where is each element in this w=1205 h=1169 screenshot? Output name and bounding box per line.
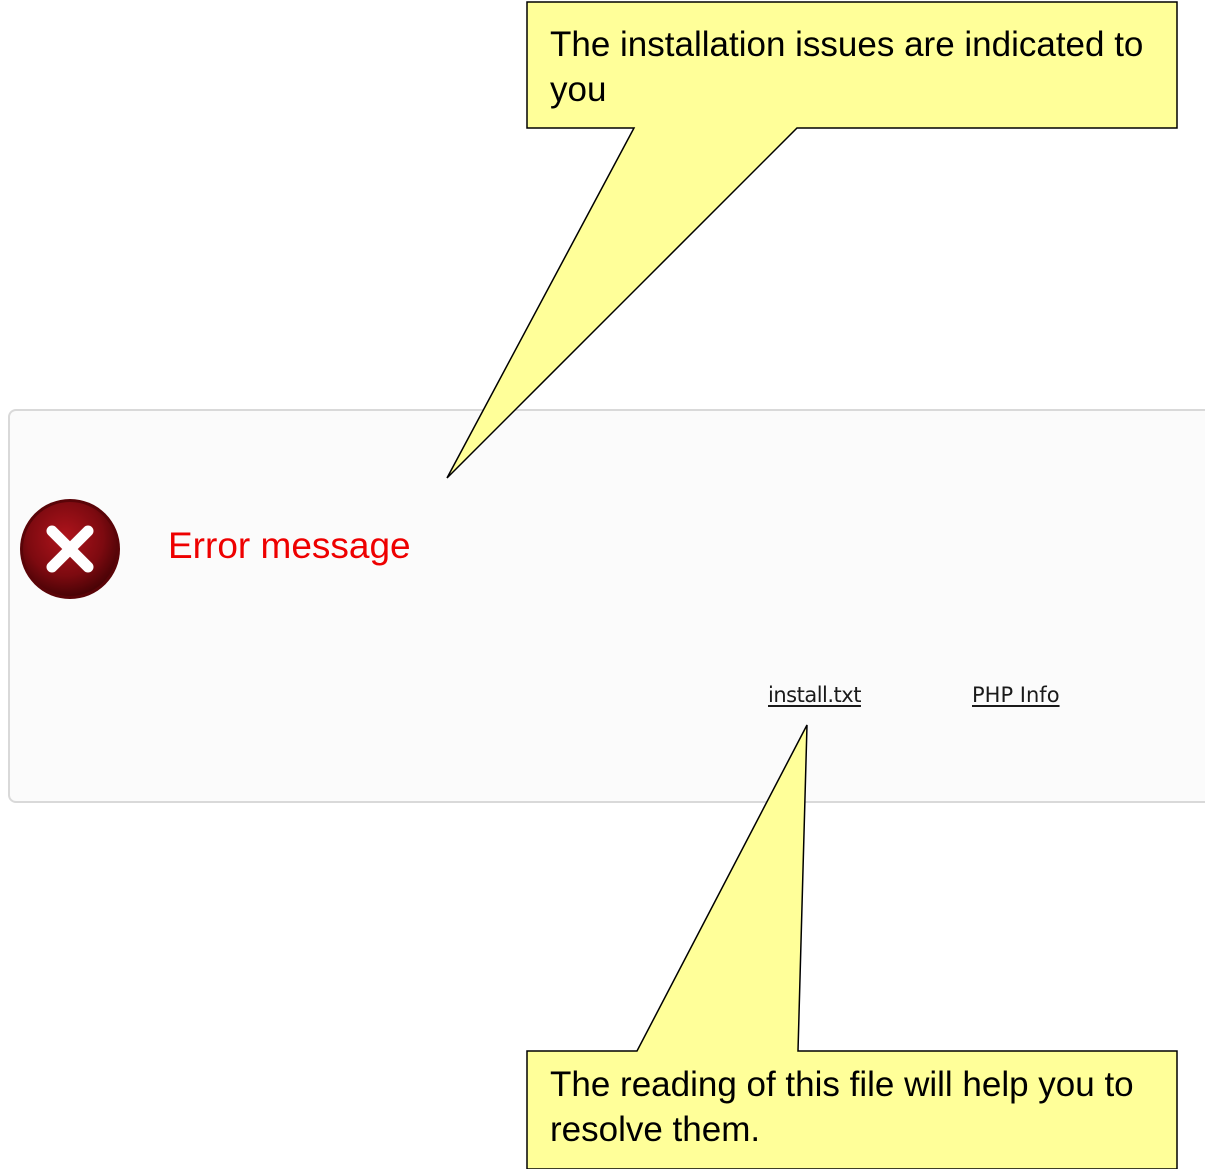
callout-shapes [446,1,1178,1169]
callout-top-text: The installation issues are indicated to… [550,25,1144,109]
callout-bottom-text: The reading of this file will help you t… [550,1065,1134,1149]
